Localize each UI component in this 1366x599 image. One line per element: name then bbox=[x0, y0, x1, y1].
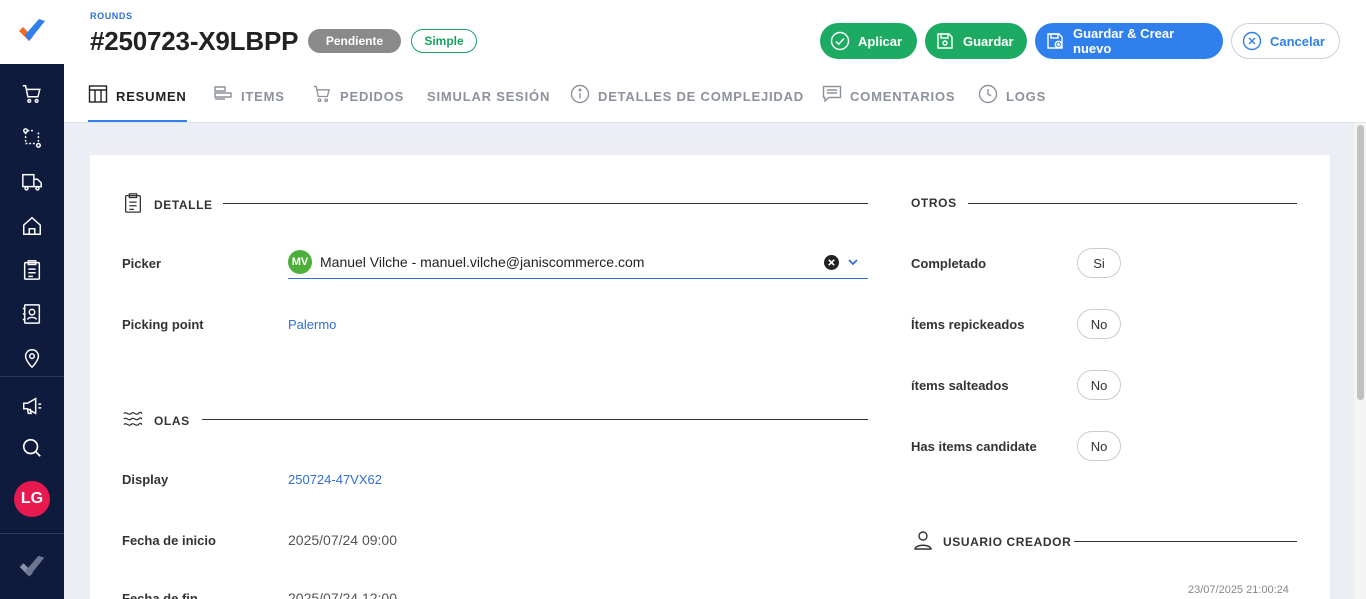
page-title: #250723-X9LBPP bbox=[90, 26, 299, 56]
items-repickeados-label: Ítems repickeados bbox=[911, 317, 1025, 332]
end-date-label: Fecha de fin bbox=[122, 591, 198, 599]
comment-icon bbox=[822, 83, 842, 105]
section-title-text: OTROS bbox=[911, 196, 957, 210]
save-and-new-button[interactable]: Guardar & Crear nuevo bbox=[1035, 23, 1223, 59]
tab-resumen[interactable]: RESUMEN bbox=[88, 84, 187, 122]
tab-label: PEDIDOS bbox=[340, 89, 405, 104]
items-salteados-label: ítems salteados bbox=[911, 378, 1009, 393]
list-icon bbox=[213, 83, 233, 105]
tab-simular-sesion[interactable]: SIMULAR SESIÓN bbox=[427, 84, 550, 122]
start-date-value: 2025/07/24 09:00 bbox=[288, 532, 397, 548]
check-circle-icon bbox=[830, 31, 850, 51]
app-logo[interactable] bbox=[0, 0, 64, 64]
items-salteados-value: No bbox=[1077, 370, 1121, 400]
tab-pedidos[interactable]: PEDIDOS bbox=[312, 84, 404, 122]
clear-icon[interactable] bbox=[824, 255, 839, 270]
section-divider bbox=[1074, 541, 1297, 542]
section-divider bbox=[223, 203, 868, 204]
picking-point-link[interactable]: Palermo bbox=[288, 317, 336, 332]
tab-comentarios[interactable]: COMENTARIOS bbox=[822, 84, 955, 122]
items-repickeados-value: No bbox=[1077, 309, 1121, 339]
scrollbar-thumb[interactable] bbox=[1357, 125, 1364, 400]
status-badge: Pendiente bbox=[308, 29, 401, 53]
picking-point-label: Picking point bbox=[122, 317, 204, 332]
clipboard-icon[interactable] bbox=[20, 258, 44, 282]
info-icon bbox=[570, 83, 590, 105]
apply-button[interactable]: Aplicar bbox=[820, 23, 917, 59]
end-date-value: 2025/07/24 12:00 bbox=[288, 590, 397, 599]
save-button[interactable]: Guardar bbox=[925, 23, 1027, 59]
cart-icon bbox=[312, 83, 332, 105]
tab-logs[interactable]: LOGS bbox=[978, 84, 1046, 122]
route-icon[interactable] bbox=[20, 126, 44, 150]
completado-label: Completado bbox=[911, 256, 987, 271]
janis-brand-icon bbox=[16, 552, 48, 584]
tab-label: RESUMEN bbox=[116, 89, 187, 104]
tab-label: COMENTARIOS bbox=[850, 89, 956, 104]
display-link[interactable]: 250724-47VX62 bbox=[288, 472, 382, 487]
picker-label: Picker bbox=[122, 256, 162, 271]
chevron-down-icon[interactable] bbox=[846, 255, 860, 269]
page-header: ROUNDS #250723-X9LBPP Pendiente Simple A… bbox=[64, 0, 1366, 123]
home-icon[interactable] bbox=[20, 214, 44, 238]
summary-card bbox=[90, 155, 1330, 599]
save-and-new-button-label: Guardar & Crear nuevo bbox=[1073, 26, 1175, 56]
vertical-scrollbar[interactable] bbox=[1354, 123, 1366, 599]
floppy-plus-icon bbox=[1045, 31, 1065, 51]
display-label: Display bbox=[122, 472, 169, 487]
janis-logo-icon bbox=[19, 19, 45, 41]
apply-button-label: Aplicar bbox=[858, 33, 903, 49]
truck-icon[interactable] bbox=[20, 170, 44, 194]
save-button-label: Guardar bbox=[963, 33, 1014, 49]
tab-label: SIMULAR SESIÓN bbox=[427, 89, 551, 104]
tab-items[interactable]: ITEMS bbox=[213, 84, 285, 122]
section-title-text: USUARIO CREADOR bbox=[943, 534, 1072, 549]
sidebar: LG bbox=[0, 0, 64, 599]
tab-detalles-complejidad[interactable]: DETALLES DE COMPLEJIDAD bbox=[570, 84, 804, 122]
clipboard-icon bbox=[122, 192, 144, 217]
type-badge: Simple bbox=[411, 29, 477, 53]
created-timestamp: 23/07/2025 21:00:24 bbox=[1188, 584, 1289, 596]
cancel-button[interactable]: Cancelar bbox=[1231, 23, 1340, 59]
user-icon bbox=[913, 530, 933, 553]
search-icon[interactable] bbox=[20, 436, 44, 460]
table-icon bbox=[88, 83, 108, 105]
start-date-label: Fecha de inicio bbox=[122, 533, 216, 548]
contacts-icon[interactable] bbox=[20, 302, 44, 326]
section-divider bbox=[202, 419, 868, 420]
tab-label: DETALLES DE COMPLEJIDAD bbox=[598, 89, 804, 104]
floppy-icon bbox=[935, 31, 955, 51]
section-title-text: OLAS bbox=[154, 413, 190, 428]
user-avatar[interactable]: LG bbox=[14, 481, 50, 517]
has-items-candidate-label: Has items candidate bbox=[911, 439, 1037, 454]
sidebar-divider bbox=[0, 376, 64, 377]
tab-label: LOGS bbox=[1006, 89, 1047, 104]
has-items-candidate-value: No bbox=[1077, 431, 1121, 461]
section-usuario-creador-title: USUARIO CREADOR bbox=[913, 530, 1071, 553]
tab-label: ITEMS bbox=[241, 89, 285, 104]
section-detalle-title: DETALLE bbox=[122, 192, 213, 217]
completado-value: Si bbox=[1077, 248, 1121, 278]
section-otros-title: OTROS bbox=[911, 196, 957, 210]
close-circle-icon bbox=[1242, 31, 1262, 51]
picker-avatar: MV bbox=[288, 250, 312, 274]
sidebar-divider bbox=[0, 533, 64, 534]
section-olas-title: OLAS bbox=[122, 408, 190, 433]
clock-icon bbox=[978, 83, 998, 105]
waves-icon bbox=[122, 408, 144, 433]
cancel-button-label: Cancelar bbox=[1270, 33, 1325, 49]
section-title-text: DETALLE bbox=[154, 197, 213, 212]
section-divider bbox=[968, 203, 1297, 204]
location-icon[interactable] bbox=[20, 346, 44, 370]
megaphone-icon[interactable] bbox=[20, 394, 44, 418]
cart-icon[interactable] bbox=[20, 82, 44, 106]
picker-value: Manuel Vilche - manuel.vilche@janiscomme… bbox=[320, 254, 645, 270]
picker-select[interactable]: MV Manuel Vilche - manuel.vilche@janisco… bbox=[288, 248, 868, 279]
breadcrumb[interactable]: ROUNDS bbox=[90, 11, 133, 21]
